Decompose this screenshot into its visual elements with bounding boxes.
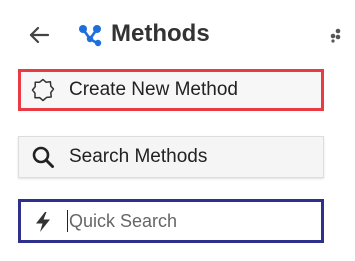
molecule-icon xyxy=(77,23,103,47)
gear-outline-icon xyxy=(31,78,55,102)
text-caret xyxy=(67,210,68,232)
search-methods-label: Search Methods xyxy=(69,146,208,167)
methods-panel: Methods Create New Method Search Methods xyxy=(0,0,355,261)
quick-search-input[interactable] xyxy=(69,208,309,234)
lightning-icon xyxy=(34,211,52,233)
back-arrow-icon[interactable] xyxy=(28,24,50,46)
create-new-method-button[interactable]: Create New Method xyxy=(18,69,324,111)
search-icon xyxy=(31,145,55,169)
create-new-method-label: Create New Method xyxy=(69,79,238,100)
quick-search-box[interactable] xyxy=(18,199,324,243)
page-title: Methods xyxy=(111,20,210,47)
panel-header: Methods xyxy=(28,18,348,52)
search-methods-button[interactable]: Search Methods xyxy=(18,136,324,178)
drag-dots-icon[interactable] xyxy=(327,27,343,43)
